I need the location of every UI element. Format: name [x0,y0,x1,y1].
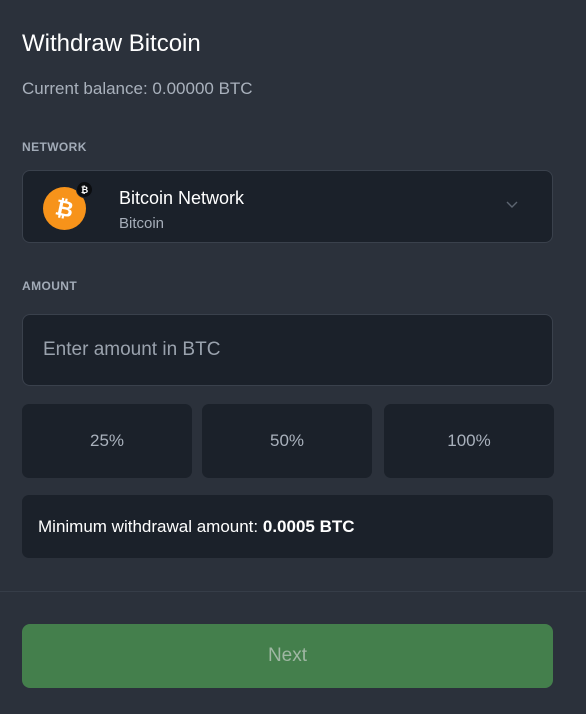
minimum-label: Minimum withdrawal amount: [38,517,263,536]
svg-text:₿: ₿ [53,194,76,222]
preset-100-button[interactable]: 100% [384,404,554,478]
divider [0,591,586,592]
amount-input[interactable] [22,314,553,386]
withdraw-panel: Withdraw Bitcoin Current balance: 0.0000… [0,0,586,714]
network-section-label: NETWORK [22,140,87,154]
bitcoin-badge-icon: ₿ [76,181,93,198]
svg-text:₿: ₿ [81,185,88,195]
current-balance: Current balance: 0.00000 BTC [22,79,253,98]
network-subtitle: Bitcoin [119,215,165,232]
minimum-withdrawal-info: Minimum withdrawal amount: 0.0005 BTC [22,495,553,558]
amount-section-label: AMOUNT [22,279,78,293]
network-name: Bitcoin Network [119,188,245,208]
network-select[interactable]: ₿ ₿ Bitcoin Network Bitcoin [22,170,553,243]
minimum-value: 0.0005 BTC [262,517,355,536]
preset-50-button[interactable]: 50% [202,404,372,478]
page-title: Withdraw Bitcoin [22,30,201,57]
preset-25-button[interactable]: 25% [22,404,192,478]
next-button[interactable]: Next [22,624,553,688]
chevron-down-icon [506,201,518,208]
